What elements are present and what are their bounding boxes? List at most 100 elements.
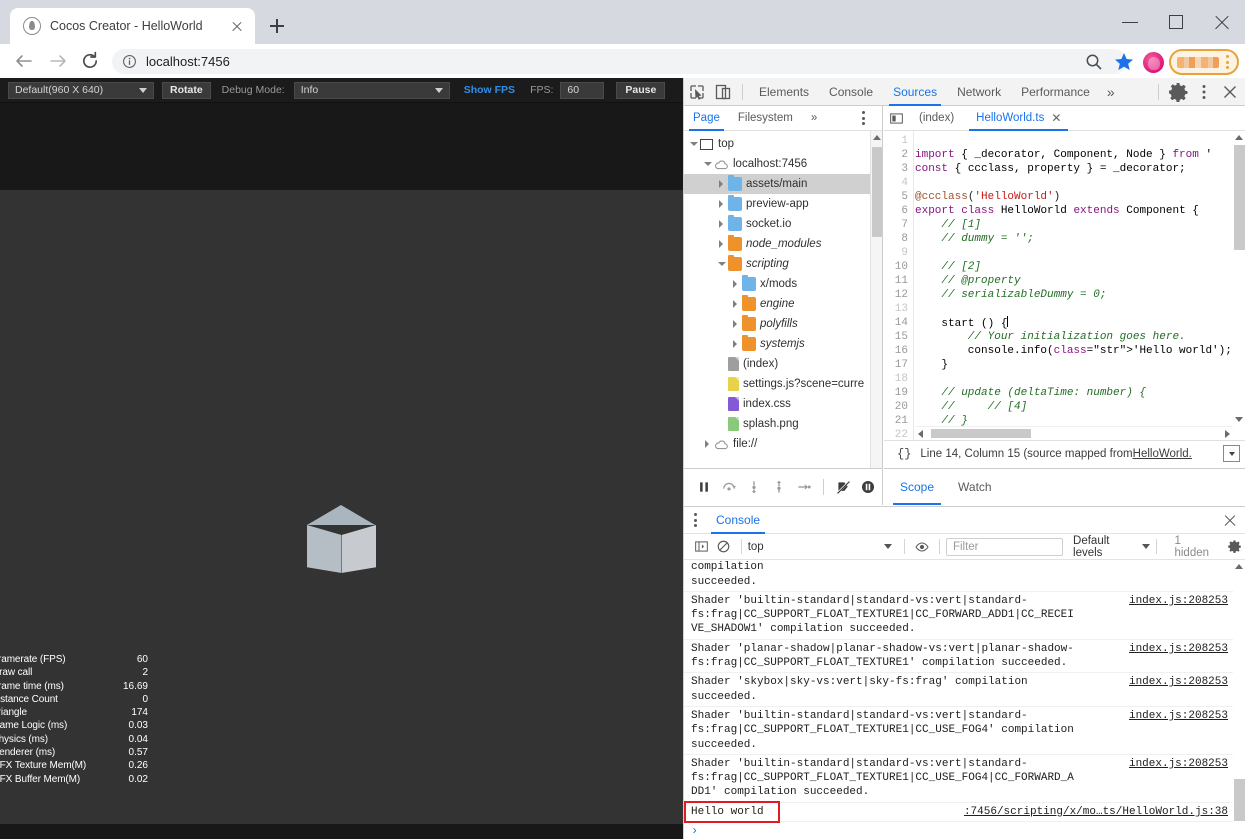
file-tree-node[interactable]: file:// [684,434,870,454]
show-navigator-icon[interactable] [884,106,908,131]
scroll-up-icon[interactable] [873,135,881,140]
tree-disclosure-triangle-icon[interactable] [716,398,728,410]
console-message[interactable]: fs:frag|CC_SUPPORT_FLOAT_TEXTURE1|CC_REC… [684,560,1245,592]
tree-disclosure-triangle-icon[interactable] [716,198,728,210]
file-tree-node[interactable]: settings.js?scene=curre [684,374,870,394]
code-line[interactable]: export class HelloWorld extends Componen… [915,204,1233,218]
file-tree-node[interactable]: assets/main [684,174,870,194]
console-log-levels-select[interactable]: Default levels [1073,535,1150,559]
console-message-source-link[interactable]: index.js:208253 [1129,594,1228,608]
step-into-next-function-icon[interactable] [742,474,766,500]
console-vertical-scrollbar[interactable] [1233,560,1245,839]
scroll-thumb[interactable] [1234,145,1245,250]
tree-disclosure-triangle-icon[interactable] [716,258,728,270]
tab-close-icon[interactable] [227,16,247,36]
chrome-menu-icon[interactable] [1169,49,1239,75]
tab-elements[interactable]: Elements [749,78,819,106]
profile-avatar[interactable] [1143,51,1164,73]
code-line[interactable]: const { ccclass, property } = _decorator… [915,162,1233,176]
code-line[interactable]: // dummy = ''; [915,232,1233,246]
tree-disclosure-triangle-icon[interactable] [716,418,728,430]
code-line[interactable]: // @property [915,274,1233,288]
file-tree-node[interactable]: (index) [684,354,870,374]
zoom-icon[interactable] [1080,48,1108,76]
clear-console-icon[interactable] [712,535,734,559]
navigator-vertical-scrollbar[interactable] [870,131,882,492]
code-line[interactable]: import { _decorator, Component, Node } f… [915,148,1233,162]
console-input-prompt[interactable]: › [684,822,1245,839]
code-line[interactable] [915,302,1233,316]
browser-tab[interactable]: Cocos Creator - HelloWorld [10,8,255,44]
new-tab-button[interactable] [264,13,290,39]
tree-disclosure-triangle-icon[interactable] [730,338,742,350]
code-line[interactable]: start () { [915,316,1233,330]
console-message-list[interactable]: fs:frag|CC_SUPPORT_FLOAT_TEXTURE1|CC_REC… [684,560,1245,839]
console-message-source-link[interactable]: index.js:208253 [1129,675,1228,689]
tree-disclosure-triangle-icon[interactable] [730,278,742,290]
scroll-up-icon[interactable] [1235,135,1243,140]
resume-script-execution-icon[interactable] [692,474,716,500]
editor-horizontal-scrollbar[interactable] [915,426,1233,439]
code-line[interactable]: // [1] [915,218,1233,232]
tree-disclosure-triangle-icon[interactable] [688,138,700,150]
code-line[interactable]: // Your initialization goes here. [915,330,1233,344]
nav-tab-filesystem[interactable]: Filesystem [729,106,802,131]
file-tree-node[interactable]: x/mods [684,274,870,294]
editor-vertical-scrollbar[interactable] [1233,131,1245,426]
deactivate-breakpoints-icon[interactable] [831,474,855,500]
code-line[interactable]: // update (deltaTime: number) { [915,386,1233,400]
file-tree-node[interactable]: systemjs [684,334,870,354]
fps-input[interactable]: 60 [560,81,605,99]
format-braces-icon[interactable]: {} [884,447,920,461]
scroll-down-icon[interactable] [1235,417,1243,422]
format-pretty-print-icon[interactable] [1223,445,1240,462]
tree-disclosure-triangle-icon[interactable] [716,238,728,250]
hidden-messages-count[interactable]: 1 hidden [1174,535,1215,559]
console-message[interactable]: Shader 'skybox|sky-vs:vert|sky-fs:frag' … [684,673,1245,707]
back-arrow-icon[interactable] [13,50,35,72]
scroll-thumb[interactable] [1234,779,1245,821]
tree-disclosure-triangle-icon[interactable] [716,218,728,230]
code-line[interactable] [915,246,1233,260]
scroll-thumb-h[interactable] [931,429,1031,438]
tab-console[interactable]: Console [819,78,883,106]
navigator-overflow-icon[interactable]: » [802,106,826,131]
tab-network[interactable]: Network [947,78,1011,106]
address-bar[interactable]: localhost:7456 [112,49,1127,74]
console-sidebar-icon[interactable] [690,535,712,559]
file-tree-node[interactable]: splash.png [684,414,870,434]
tab-performance[interactable]: Performance [1011,78,1100,106]
tabs-overflow-icon[interactable]: » [1100,84,1122,100]
pause-button[interactable]: Pause [616,81,666,99]
file-tree-node[interactable]: top [684,134,870,154]
tree-disclosure-triangle-icon[interactable] [702,158,714,170]
code-line[interactable]: } [915,358,1233,372]
file-tree-node[interactable]: preview-app [684,194,870,214]
scroll-right-icon[interactable] [1225,430,1230,438]
code-line[interactable] [915,134,1233,148]
devtools-kebab-icon[interactable] [1191,79,1217,105]
editor-tab-index[interactable]: (index) [908,106,965,131]
step-over-next-function-icon[interactable] [717,474,741,500]
tree-disclosure-triangle-icon[interactable] [730,298,742,310]
step-icon[interactable] [792,474,816,500]
code-line[interactable] [915,372,1233,386]
editor-tab-helloworld[interactable]: HelloWorld.ts ✕ [965,106,1072,131]
navigator-more-icon[interactable] [852,105,874,132]
step-out-of-function-icon[interactable] [767,474,791,500]
code-line[interactable]: // [2] [915,260,1233,274]
file-tree-node[interactable]: index.css [684,394,870,414]
editor-tab-close-icon[interactable]: ✕ [1051,111,1061,125]
tree-disclosure-triangle-icon[interactable] [716,378,728,390]
code-view[interactable]: 1 2 3 4 5 6 7 8 9 10 11 12 13 14 15 16 17 18 19 20 21 22 impo… [884,131,1245,440]
window-maximize-button[interactable] [1153,0,1199,44]
reload-icon[interactable] [79,50,101,72]
code-line[interactable]: console.info(class="str">'Hello world'); [915,344,1233,358]
settings-gear-icon[interactable] [1165,79,1191,105]
code-content[interactable]: import { _decorator, Component, Node } f… [915,131,1233,440]
console-message[interactable]: Shader 'builtin-standard|standard-vs:ver… [684,707,1245,755]
site-info-icon[interactable] [122,54,137,69]
file-tree-node[interactable]: localhost:7456 [684,154,870,174]
code-line[interactable]: @ccclass('HelloWorld') [915,190,1233,204]
scroll-left-icon[interactable] [918,430,923,438]
